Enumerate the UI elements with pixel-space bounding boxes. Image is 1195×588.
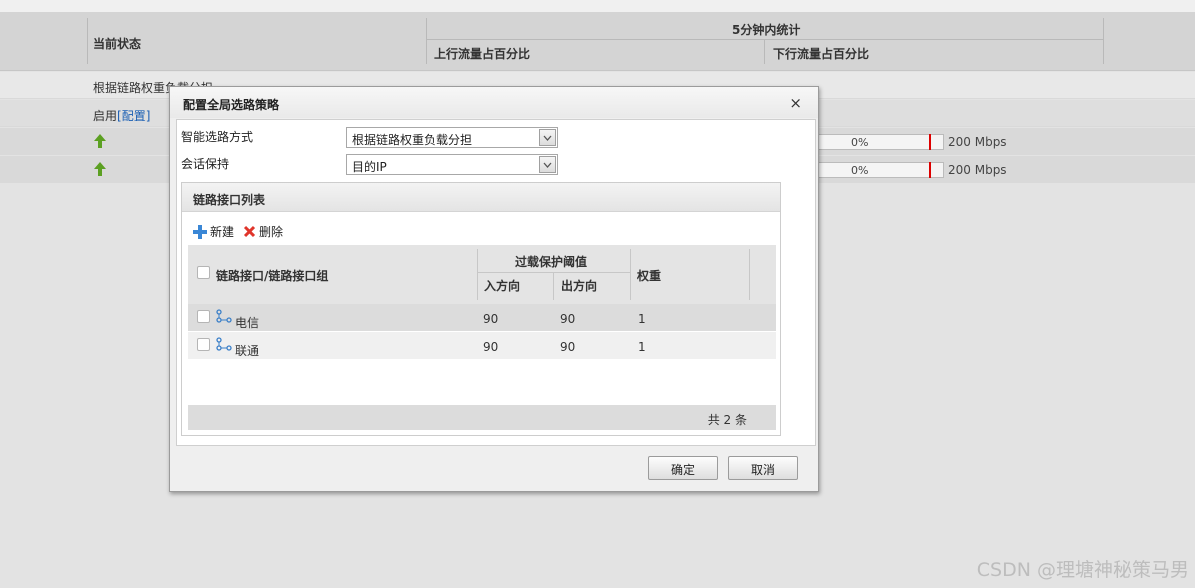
total-count: 共 2 条 <box>707 413 747 427</box>
out-threshold: 90 <box>560 312 576 326</box>
col-interface: 链路接口/链路接口组 <box>216 269 329 283</box>
weight-value: 1 <box>638 312 646 326</box>
table-header: 链路接口/链路接口组 过载保护阈值 入方向 出方向 权重 <box>188 245 776 304</box>
weight-value: 1 <box>638 340 646 354</box>
header-downstream-pct: 下行流量占百分比 <box>773 47 870 61</box>
header-upstream-pct: 上行流量占百分比 <box>434 47 531 61</box>
header-stats-5min: 5分钟内统计 <box>732 23 801 37</box>
table-row[interactable]: 联通 90 90 1 <box>188 332 776 359</box>
routing-mode-value: 根据链路权重负载分担 <box>352 133 473 147</box>
row-checkbox[interactable] <box>197 338 210 351</box>
plus-icon <box>193 224 207 239</box>
usage-percent: 0% <box>851 164 869 177</box>
col-weight: 权重 <box>637 269 662 283</box>
top-strip <box>0 0 1195 12</box>
in-threshold: 90 <box>483 312 499 326</box>
delete-x-icon <box>243 225 256 238</box>
delete-label: 删除 <box>259 225 284 239</box>
status-table-header: 当前状态 5分钟内统计 上行流量占百分比 下行流量占百分比 <box>0 12 1195 71</box>
status-enabled-label: 启用 <box>93 109 118 123</box>
interface-name-link[interactable]: 电信 <box>235 314 259 331</box>
col-out: 出方向 <box>561 279 598 293</box>
up-arrow-icon <box>94 134 106 148</box>
watermark: CSDN @理塘神秘策马男 <box>976 559 1189 581</box>
row-checkbox[interactable] <box>197 310 210 323</box>
new-label: 新建 <box>210 225 235 239</box>
link-interface-panel: 链路接口列表 新建 删除 链路接口/链路接口组 过载保护阈值 入方向 出方向 权… <box>181 182 781 436</box>
table-row[interactable]: 电信 90 90 1 <box>188 304 776 331</box>
bandwidth-label: 200 Mbps <box>948 163 1007 177</box>
close-icon[interactable]: × <box>789 94 802 112</box>
usage-bar: 0% <box>818 162 944 178</box>
ok-button[interactable]: 确定 <box>648 456 718 480</box>
session-select[interactable]: 目的IP <box>346 154 558 175</box>
new-button[interactable]: 新建 <box>193 223 234 240</box>
usage-bar: 0% <box>818 134 944 150</box>
link-interface-icon <box>216 309 232 323</box>
status-enabled-text: 启用[配置] <box>93 107 150 124</box>
routing-policy-dialog: 配置全局选路策略 × 智能选路方式 根据链路权重负载分担 会话保持 目的IP 链… <box>169 86 819 492</box>
dialog-title: 配置全局选路策略 <box>170 87 818 118</box>
chevron-down-icon <box>539 129 556 146</box>
session-value: 目的IP <box>352 160 387 174</box>
up-arrow-icon <box>94 162 106 176</box>
header-current-status: 当前状态 <box>93 37 142 51</box>
interface-name-link[interactable]: 联通 <box>235 342 259 359</box>
bandwidth-label: 200 Mbps <box>948 135 1007 149</box>
session-label: 会话保持 <box>181 157 230 171</box>
table-footer: 共 2 条 <box>188 405 776 430</box>
select-all-checkbox[interactable] <box>197 266 210 279</box>
out-threshold: 90 <box>560 340 576 354</box>
routing-mode-select[interactable]: 根据链路权重负载分担 <box>346 127 558 148</box>
delete-button[interactable]: 删除 <box>243 223 283 240</box>
cancel-button[interactable]: 取消 <box>728 456 798 480</box>
col-in: 入方向 <box>484 279 521 293</box>
col-threshold: 过载保护阈值 <box>515 255 588 269</box>
link-interface-table: 链路接口/链路接口组 过载保护阈值 入方向 出方向 权重 电信 90 90 1 <box>188 245 776 430</box>
link-interface-icon <box>216 337 232 351</box>
usage-percent: 0% <box>851 136 869 149</box>
in-threshold: 90 <box>483 340 499 354</box>
dialog-body: 智能选路方式 根据链路权重负载分担 会话保持 目的IP 链路接口列表 新建 删除 <box>176 119 816 446</box>
chevron-down-icon <box>539 156 556 173</box>
config-link[interactable]: [配置] <box>117 109 150 123</box>
panel-title: 链路接口列表 <box>182 183 780 212</box>
routing-mode-label: 智能选路方式 <box>181 130 254 144</box>
